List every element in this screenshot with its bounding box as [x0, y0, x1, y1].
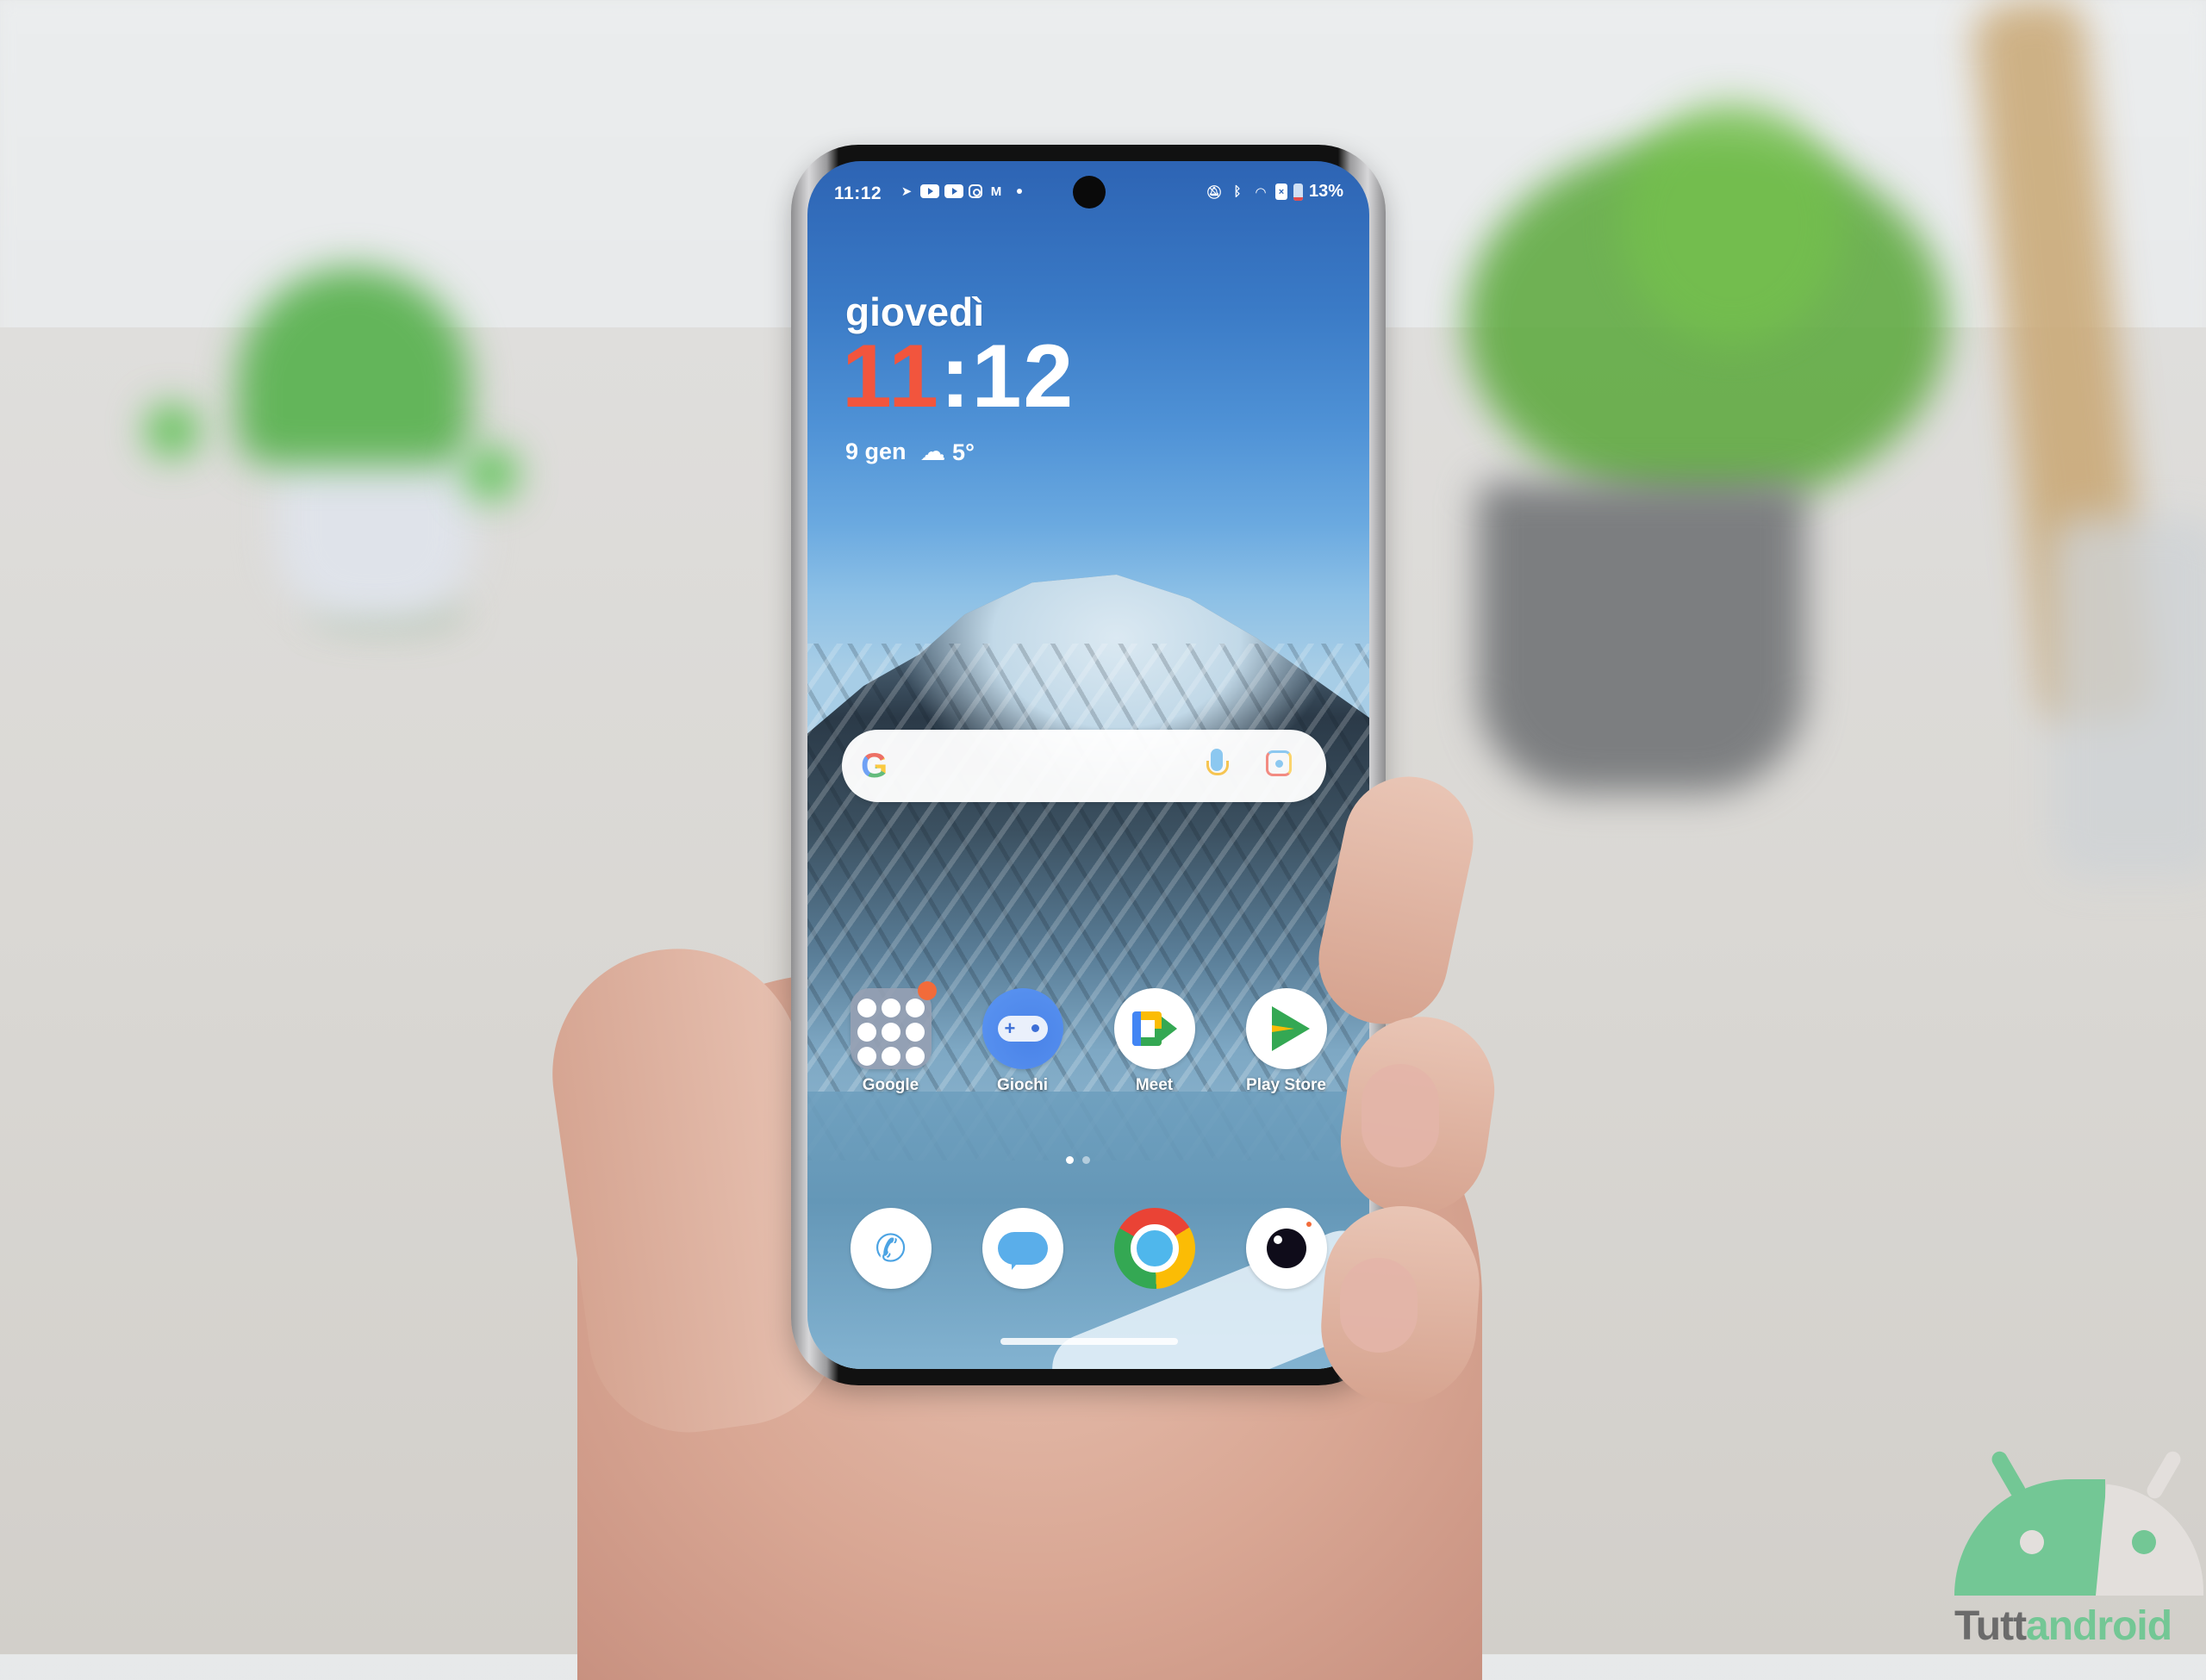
plant-leaves-top	[1620, 103, 1844, 345]
widget-date-weather[interactable]: 9 gen ☁ 5°	[845, 437, 975, 467]
dock-phone[interactable]: ✆	[831, 1208, 951, 1289]
mini-photos-icon	[905, 1023, 925, 1042]
mini-maps-icon	[905, 999, 925, 1017]
fingernail	[1362, 1064, 1439, 1167]
mic-icon[interactable]	[1206, 749, 1229, 775]
meet-glyph	[1131, 1011, 1177, 1046]
mini-tv-icon	[881, 1023, 900, 1042]
gamepad-icon	[981, 988, 1063, 1069]
system-icons: 🔕︎ ᛒ ◠ × 13%	[1206, 182, 1343, 202]
status-time: 11:12	[834, 184, 882, 203]
gamepad-glyph	[997, 1016, 1048, 1042]
battery-icon	[1293, 183, 1303, 201]
logo-antenna-right	[2144, 1448, 2184, 1502]
app-google-folder[interactable]: Google	[831, 981, 951, 1095]
front-camera	[1073, 176, 1106, 208]
widget-date: 9 gen	[845, 439, 907, 464]
play-glyph	[1271, 1006, 1310, 1051]
logo-eye-right	[2132, 1530, 2156, 1554]
app-meet[interactable]: Meet	[1094, 988, 1215, 1095]
app-label: Meet	[1135, 1076, 1174, 1094]
notification-icons: ➤ M	[898, 184, 1022, 199]
play-store-icon	[1245, 988, 1327, 1069]
page-dot	[1082, 1156, 1090, 1164]
watermark-text: Tuttandroid	[1954, 1603, 2172, 1649]
home-screen[interactable]: 11:12 ➤ M 🔕︎ ᛒ ◠ × 13% giovedì 11:12 9 g…	[807, 161, 1369, 1369]
mini-google-icon	[857, 999, 876, 1017]
dock-chrome[interactable]	[1094, 1208, 1215, 1289]
battery-level	[1293, 196, 1303, 201]
app-play-store[interactable]: Play Store	[1226, 988, 1347, 1095]
app-label: Giochi	[996, 1076, 1049, 1094]
mini-files-icon	[905, 1047, 925, 1066]
mini-gmail-icon	[881, 999, 900, 1017]
sim-icon: ×	[1274, 184, 1287, 200]
android-figurine-arm-left	[146, 405, 198, 457]
google-search-bar[interactable]: G	[842, 730, 1326, 802]
android-figurine-body	[276, 448, 474, 620]
youtube-icon	[944, 184, 963, 198]
tuttoandroid-watermark: Tuttandroid	[1949, 1440, 2203, 1649]
bluetooth-icon: ᛒ	[1233, 184, 1242, 199]
page-indicator[interactable]	[1066, 1156, 1090, 1164]
phone-icon: ✆	[850, 1208, 932, 1289]
telegram-icon: ➤	[900, 184, 913, 199]
mini-one-icon	[857, 1047, 876, 1066]
mini-drive-icon	[857, 1023, 876, 1042]
clock-separator: :	[939, 327, 972, 426]
notification-badge	[917, 981, 937, 1000]
app-label: Google	[862, 1076, 919, 1094]
android-figurine-arm-right	[465, 448, 517, 500]
page-dot-active	[1066, 1156, 1074, 1164]
messages-icon	[981, 1208, 1063, 1289]
clock-hours: 11	[842, 327, 940, 426]
weather-group: ☁ 5°	[920, 437, 975, 467]
youtube-icon	[920, 184, 939, 198]
desk-lamp-base	[2051, 517, 2206, 879]
partly-cloudy-icon: ☁	[919, 438, 946, 466]
widget-clock[interactable]: 11:12	[842, 332, 1075, 421]
folder-icon	[850, 981, 937, 1069]
mini-wallet-icon	[881, 1047, 900, 1066]
google-g-icon: G	[861, 746, 888, 785]
fingernail	[1340, 1258, 1418, 1353]
chrome-icon	[1113, 1208, 1195, 1289]
mute-icon: 🔕︎	[1206, 184, 1223, 200]
smartphone: 11:12 ➤ M 🔕︎ ᛒ ◠ × 13% giovedì 11:12 9 g…	[791, 145, 1386, 1385]
meet-icon	[1113, 988, 1195, 1069]
status-bar[interactable]: 11:12 ➤ M 🔕︎ ᛒ ◠ × 13%	[807, 161, 1369, 221]
gesture-home-bar[interactable]	[1000, 1338, 1178, 1345]
weather-temp: 5°	[952, 439, 975, 465]
app-row: Google Giochi Meet Play Store	[807, 981, 1369, 1095]
camera-icon	[1245, 1208, 1327, 1289]
plant-pot	[1478, 482, 1805, 793]
battery-percent: 13%	[1308, 182, 1343, 201]
clock-minutes: 12	[971, 327, 1075, 426]
instagram-icon	[969, 184, 982, 198]
dock-messages[interactable]	[963, 1208, 1083, 1289]
gmail-icon: M	[990, 184, 1002, 199]
logo-eye-left	[2020, 1530, 2044, 1554]
wifi-icon: ◠	[1256, 184, 1266, 200]
dock: ✆	[807, 1208, 1369, 1289]
more-dot-icon	[1017, 189, 1022, 194]
app-giochi[interactable]: Giochi	[963, 988, 1083, 1095]
lens-icon[interactable]	[1266, 750, 1292, 776]
app-label: Play Store	[1246, 1076, 1326, 1094]
